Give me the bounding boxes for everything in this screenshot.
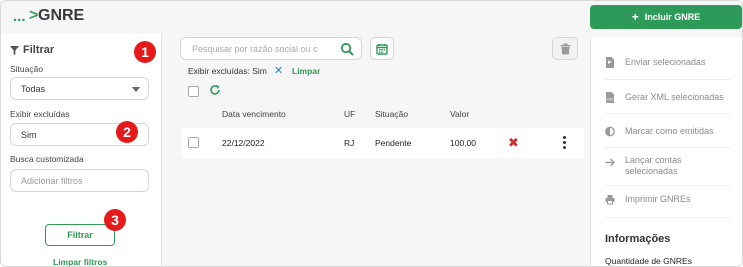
column-header-situacao[interactable]: Situação [375, 109, 408, 119]
plus-icon: + [631, 10, 639, 24]
half-circle-icon [605, 126, 615, 137]
page-header: ... > GNRE + Incluir GNRE [1, 1, 742, 34]
divider [605, 147, 730, 148]
delete-button[interactable] [552, 37, 578, 60]
busca-customizada-label: Busca customizada [10, 154, 84, 164]
action-label: Gerar XML selecionadas [625, 92, 724, 102]
annotation-badge-3: 3 [104, 209, 126, 231]
situacao-select[interactable]: Todas [10, 77, 149, 100]
active-filter-chip: Exibir excluídas: Sim [188, 66, 267, 76]
situacao-value: Todas [21, 83, 46, 94]
divider [605, 217, 730, 218]
clear-active-filters-link[interactable]: Limpar [292, 66, 320, 76]
column-header-valor[interactable]: Valor [450, 109, 469, 119]
search-placeholder: Pesquisar por razão social ou c [192, 43, 318, 54]
calendar-button[interactable] [370, 37, 394, 60]
row-checkbox[interactable] [188, 137, 199, 148]
action-marcar-emitidas[interactable]: Marcar como emitidas [605, 126, 714, 137]
file-xml-icon: xml [606, 92, 614, 103]
annotation-badge-2: 2 [116, 121, 138, 143]
action-enviar-selecionadas[interactable]: Enviar selecionadas [605, 57, 706, 68]
add-gnre-label: Incluir GNRE [644, 12, 701, 22]
annotation-badge-1: 1 [134, 41, 156, 63]
deleted-x-icon: ✖ [508, 135, 519, 150]
cell-situacao: Pendente [375, 138, 412, 148]
situacao-label: Situação [10, 64, 44, 74]
trash-icon [560, 43, 570, 54]
search-icon[interactable] [340, 42, 354, 56]
funnel-icon [10, 45, 19, 55]
page-title: GNRE [38, 7, 85, 24]
divider [605, 185, 730, 186]
cell-uf: RJ [344, 138, 355, 148]
arrow-right-icon [605, 158, 615, 167]
svg-text:xml: xml [607, 98, 614, 102]
app-frame: ... > GNRE + Incluir GNRE Filtrar Situaç… [0, 0, 743, 267]
row-menu-kebab-icon[interactable] [562, 136, 566, 149]
divider [605, 113, 730, 114]
exibir-excluidas-label: Exibir excluídas [10, 109, 70, 119]
column-header-uf[interactable]: UF [344, 109, 355, 119]
add-gnre-button[interactable]: + Incluir GNRE [590, 5, 742, 29]
refresh-icon[interactable] [209, 84, 221, 96]
action-lancar-contas[interactable]: Lançar contas selecionadas [605, 155, 715, 177]
info-title: Informações [605, 233, 671, 245]
actions-panel: Enviar selecionadas xml Gerar XML seleci… [590, 37, 742, 266]
remove-filter-icon[interactable]: ✕ [274, 64, 283, 77]
filter-panel: Filtrar Situação Todas Exibir excluídas … [1, 34, 162, 266]
printer-icon [605, 195, 615, 205]
column-header-data-vencimento[interactable]: Data vencimento [222, 109, 286, 119]
clear-filters-link[interactable]: Limpar filtros [53, 257, 107, 266]
busca-customizada-input[interactable]: Adicionar filtros [10, 169, 149, 192]
cell-data-vencimento: 22/12/2022 [222, 138, 265, 148]
action-imprimir-gnres[interactable]: Imprimir GNREs [605, 194, 691, 205]
info-gnre-count-label: Quantidade de GNREs [605, 256, 692, 266]
file-send-icon [606, 57, 614, 68]
action-label: Enviar selecionadas [625, 57, 706, 67]
cell-valor: 100,00 [450, 138, 476, 148]
breadcrumb-separator: > [29, 7, 39, 24]
breadcrumb-parent[interactable]: ... [13, 8, 26, 25]
calendar-icon [376, 43, 388, 55]
action-label: Imprimir GNREs [625, 194, 691, 204]
filter-title-label: Filtrar [23, 44, 55, 56]
action-label: Lançar contas selecionadas [625, 155, 682, 176]
select-all-checkbox[interactable] [188, 86, 199, 97]
filter-button[interactable]: Filtrar [45, 224, 115, 246]
divider [605, 79, 730, 80]
exibir-excluidas-value: Sim [21, 129, 37, 140]
chevron-down-icon [132, 87, 140, 92]
action-gerar-xml[interactable]: xml Gerar XML selecionadas [605, 92, 724, 103]
filter-title: Filtrar [10, 44, 54, 56]
busca-customizada-placeholder: Adicionar filtros [21, 175, 83, 186]
search-input[interactable]: Pesquisar por razão social ou c [180, 37, 362, 60]
action-label: Marcar como emitidas [625, 126, 714, 136]
